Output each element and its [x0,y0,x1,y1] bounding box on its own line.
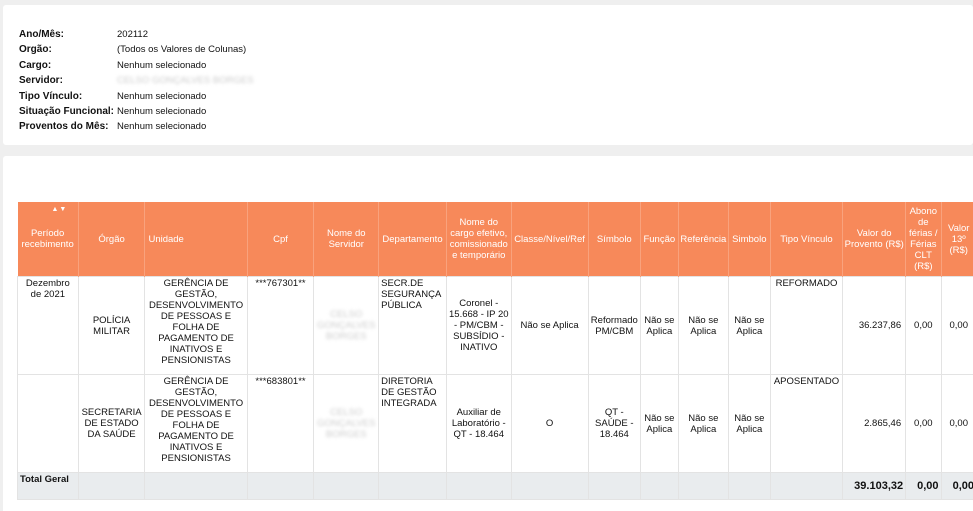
filter-label: Situação Funcional: [19,105,115,117]
filter-value: (Todos os Valores de Colunas) [117,44,247,56]
col-simbolo-2[interactable]: Simbolo [728,202,771,277]
filter-value: Nenhum selecionado [117,90,207,102]
total-valor-provento: 39.103,32 [842,472,907,500]
cell-classe: Não se Aplica [510,276,589,375]
results-panel: ▲▼ Período recebimento Órgão Unidade Cpf … [3,156,973,511]
filter-value-redacted: CELSO GONÇALVES BORGES [117,75,254,87]
filter-situacao-funcional: Situação Funcional: Nenhum selecionado [19,104,254,119]
filter-proventos-mes: Proventos do Mês: Nenhum selecionado [19,119,254,134]
col-cpf[interactable]: Cpf [247,202,315,277]
filter-label: Proventos do Mês: [19,121,109,133]
col-orgao[interactable]: Órgão [78,202,146,277]
cell-abono: 0,00 [905,276,942,375]
cell-tipo-vinculo: APOSENTADO [769,374,844,473]
filter-value: Nenhum selecionado [117,121,207,133]
cell-cargo: Coronel - 15.668 - IP 20 - PM/CBM - SUBS… [445,276,512,375]
sort-arrows-icon[interactable]: ▲▼ [52,204,68,215]
cell-periodo: Dezembro de 2021 [17,276,79,375]
cell-classe: O [510,374,589,473]
total-label: Total Geral [17,472,79,500]
cell-tipo-vinculo: REFORMADO [769,276,844,375]
cell-simbolo: Reformado PM/CBM [587,276,642,375]
cell-simbolo-2: Não se Aplica [728,276,771,375]
col-referencia[interactable]: Referência [678,202,730,277]
cell-orgao: SECRETARIA DE ESTADO DA SAÚDE [77,374,146,473]
filter-label: Ano/Mês: [19,29,64,40]
col-funcao[interactable]: Função [640,202,679,277]
filter-label: Orgão: [19,44,52,56]
filter-label: Cargo: [19,59,52,71]
filter-label: Servidor: [19,75,63,87]
table-row: SECRETARIA DE ESTADO DA SAÚDE GERÊNCIA D… [17,374,973,473]
cell-cpf: ***683801** [246,374,315,473]
filter-cargo: Cargo: Nenhum selecionado [19,58,254,73]
filter-orgao: Orgão: (Todos os Valores de Colunas) [19,42,254,57]
cell-simbolo: QT - SAÚDE - 18.464 [587,374,642,473]
cell-nome-servidor-redacted: CELSO GONÇALVES BORGES [313,374,380,473]
cell-simbolo-2: Não se Aplica [728,374,771,473]
cell-nome-servidor-redacted: CELSO GONÇALVES BORGES [313,276,380,375]
filter-servidor: Servidor: CELSO GONÇALVES BORGES [19,73,254,88]
cell-departamento: DIRETORIA DE GESTÃO INTEGRADA [378,374,447,473]
results-table: ▲▼ Período recebimento Órgão Unidade Cpf … [17,202,973,500]
cell-unidade: GERÊNCIA DE GESTÃO, DESENVOLVIMENTO DE P… [144,276,248,375]
cell-funcao: Não se Aplica [640,374,679,473]
total-row: Total Geral 39.103,32 0,00 0,00 [17,472,973,500]
col-departamento[interactable]: Departamento [378,202,447,277]
cell-valor-provento: 2.865,46 [842,374,907,473]
cell-valor-provento: 36.237,86 [842,276,907,375]
table-row: Dezembro de 2021 POLÍCIA MILITAR GERÊNCI… [17,276,973,375]
total-abono: 0,00 [905,472,942,500]
cell-referencia: Não se Aplica [677,276,730,375]
col-classe[interactable]: Classe/Nível/Ref [511,202,589,277]
filter-label: Tipo Vínculo: [19,90,83,102]
col-unidade[interactable]: Unidade [144,202,248,277]
col-periodo[interactable]: ▲▼ Período recebimento [17,202,79,277]
filter-value: Nenhum selecionado [117,105,207,117]
total-valor-13: 0,00 [940,472,973,500]
filter-list: Ano/Mês: 202112 Orgão: (Todos os Valores d… [19,27,254,135]
cell-unidade: GERÊNCIA DE GESTÃO, DESENVOLVIMENTO DE P… [144,374,248,473]
cell-funcao: Não se Aplica [640,276,679,375]
filter-value: Nenhum selecionado [117,59,207,71]
filter-tipo-vinculo: Tipo Vínculo: Nenhum selecionado [19,89,254,104]
cell-departamento: SECR.DE SEGURANÇA PÚBLICA [378,276,447,375]
filter-ano-mes: Ano/Mês: 202112 [19,27,254,42]
col-valor-provento[interactable]: Valor do Provento (R$) [842,202,907,277]
cell-abono: 0,00 [905,374,942,473]
cell-referencia: Não se Aplica [677,374,730,473]
cell-valor-13: 0,00 [940,374,973,473]
table-header-row: ▲▼ Período recebimento Órgão Unidade Cpf … [17,202,973,277]
col-abono[interactable]: Abono de férias / Férias CLT (R$) [905,202,942,277]
col-nome-servidor[interactable]: Nome do Servidor [313,202,380,277]
cell-cargo: Auxiliar de Laboratório - QT - 18.464 [445,374,512,473]
filter-panel: Ano/Mês: 202112 Orgão: (Todos os Valores d… [3,5,973,145]
cell-orgao: POLÍCIA MILITAR [77,276,146,375]
col-tipo-vinculo[interactable]: Tipo Vínculo [770,202,844,277]
filter-value: 202112 [117,29,148,40]
cell-valor-13: 0,00 [940,276,973,375]
col-cargo[interactable]: Nome do cargo efetivo, comissionado e te… [446,202,512,277]
col-valor-13[interactable]: Valor 13º (R$) [941,202,973,277]
cell-periodo [17,374,79,473]
cell-cpf: ***767301** [246,276,315,375]
col-simbolo[interactable]: Símbolo [588,202,642,277]
